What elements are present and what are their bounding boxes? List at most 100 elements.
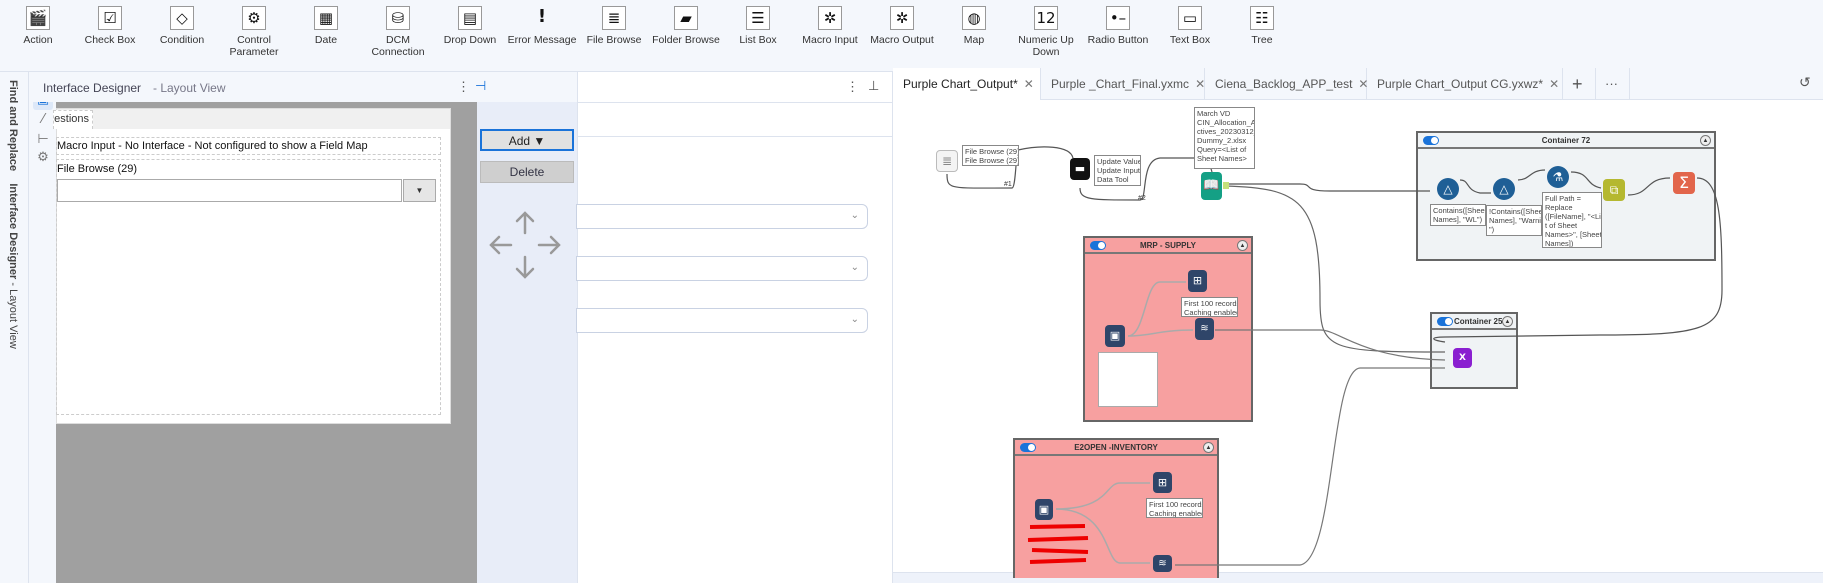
- macro-input-tool[interactable]: ▣: [1035, 499, 1053, 520]
- container-title: MRP - SUPPLY: [1139, 241, 1196, 250]
- find-replace-tab[interactable]: Find and Replace: [7, 80, 19, 171]
- tab-purple-chart-output-cg[interactable]: Purple Chart_Output CG.yxwz* ✕: [1367, 68, 1563, 100]
- tree-view-icon[interactable]: ⊢: [33, 130, 53, 150]
- connection-label-2: #2: [1138, 195, 1146, 202]
- tool-check-box[interactable]: ☑ Check Box: [74, 6, 146, 46]
- collapse-icon[interactable]: ▲: [1502, 316, 1513, 327]
- file-browse-dropdown-button[interactable]: ▼: [403, 179, 436, 202]
- file-browse-tool[interactable]: ≣: [936, 150, 958, 172]
- filter-tool-2[interactable]: △: [1493, 178, 1515, 200]
- pin-icon[interactable]: ⊣: [475, 78, 486, 94]
- cache-tool[interactable]: ≋: [1153, 555, 1172, 572]
- tool-macro-input[interactable]: ✲ Macro Input: [794, 6, 866, 46]
- config-dropdown-3[interactable]: ⌄: [576, 308, 868, 333]
- summarize-tool[interactable]: Σ: [1673, 172, 1695, 194]
- tool-macro-output[interactable]: ✲ Macro Output: [866, 6, 938, 46]
- filter-tool-1[interactable]: △: [1437, 178, 1459, 200]
- tool-label: Radio Button: [1087, 34, 1149, 46]
- tool-radio-button[interactable]: •– Radio Button: [1082, 6, 1154, 46]
- collapse-icon[interactable]: ▲: [1700, 135, 1711, 146]
- radio-icon: •–: [1106, 6, 1130, 30]
- container-title: E2OPEN -INVENTORY: [1074, 443, 1158, 452]
- tool-label: Tree: [1251, 34, 1273, 46]
- tool-folder-browse[interactable]: ▰ Folder Browse: [650, 6, 722, 46]
- container-toggle[interactable]: [1020, 443, 1036, 452]
- action-tool[interactable]: ▬: [1070, 158, 1090, 180]
- browse-annotation: First 100 records Caching enabled: [1181, 297, 1238, 317]
- tool-condition[interactable]: ◇ Condition: [146, 6, 218, 46]
- tool-error-message[interactable]: ! Error Message: [506, 6, 578, 46]
- tool-label: List Box: [739, 34, 777, 46]
- browse-tool[interactable]: ⊞: [1153, 472, 1172, 493]
- move-arrows-icon[interactable]: [485, 205, 565, 285]
- new-tab-button[interactable]: +: [1563, 68, 1596, 100]
- collapse-icon[interactable]: ▲: [1237, 240, 1248, 251]
- more-options-icon[interactable]: ⋮: [457, 79, 470, 95]
- database-icon: ⛁: [386, 6, 410, 30]
- file-browse-input[interactable]: [57, 179, 402, 202]
- excel-output-tool[interactable]: X: [1453, 348, 1472, 368]
- tool-list-box[interactable]: ☰ List Box: [722, 6, 794, 46]
- close-icon[interactable]: ✕: [1024, 77, 1034, 91]
- container-25[interactable]: Container 25 ▲: [1430, 312, 1518, 389]
- delete-button[interactable]: Delete: [480, 161, 574, 183]
- tool-drop-down[interactable]: ▤ Drop Down: [434, 6, 506, 46]
- clapperboard-icon: 🎬: [26, 6, 50, 30]
- textbox-icon: ▭: [1178, 6, 1202, 30]
- collapse-icon[interactable]: ▲: [1203, 442, 1214, 453]
- tab-questions[interactable]: Questions: [53, 110, 93, 129]
- checkbox-icon: ☑: [98, 6, 122, 30]
- container-title: Container 25: [1454, 317, 1503, 326]
- tool-dcm-connection[interactable]: ⛁ DCM Connection: [362, 6, 434, 58]
- error-icon: !: [537, 6, 547, 27]
- macro-input-tool[interactable]: ▣: [1105, 325, 1125, 347]
- container-toggle[interactable]: [1090, 241, 1106, 250]
- tool-file-browse[interactable]: ≣ File Browse: [578, 6, 650, 46]
- tool-label: Date: [314, 34, 338, 46]
- close-icon[interactable]: ✕: [1549, 77, 1559, 91]
- tool-map[interactable]: ◍ Map: [938, 6, 1010, 46]
- tool-date[interactable]: ▦ Date: [290, 6, 362, 46]
- add-button[interactable]: Add ▼: [480, 129, 574, 151]
- file-icon: ≣: [602, 6, 626, 30]
- tool-label: Action: [23, 34, 53, 46]
- config-dropdown-2[interactable]: ⌄: [576, 256, 868, 281]
- tab-purple-chart-output[interactable]: Purple Chart_Output* ✕: [893, 68, 1041, 100]
- magic-wand-icon[interactable]: ⁄: [33, 110, 53, 130]
- formula-tool[interactable]: ⚗: [1547, 166, 1569, 188]
- panel-subtitle: - Layout View: [153, 81, 226, 95]
- tool-tree[interactable]: ☷ Tree: [1226, 6, 1298, 46]
- container-toggle[interactable]: [1423, 136, 1439, 145]
- pin-icon[interactable]: ⊥: [868, 78, 879, 94]
- macro-input-row[interactable]: Macro Input - No Interface - Not configu…: [56, 137, 441, 155]
- container-title: Container 72: [1541, 136, 1591, 145]
- filter-2-annotation: !Contains([Sheet Names], "Warning "): [1486, 205, 1542, 236]
- close-icon[interactable]: ✕: [1195, 77, 1205, 91]
- tool-control-parameter[interactable]: ⚙ Control Parameter: [218, 6, 290, 58]
- gear-icon[interactable]: ⚙: [33, 148, 53, 168]
- input-data-tool[interactable]: 📖: [1201, 172, 1222, 200]
- action-annotation: Update Value Update Input Data Tool: [1094, 155, 1141, 186]
- tool-text-box[interactable]: ▭ Text Box: [1154, 6, 1226, 46]
- collapsed-panels-strip: Find and Replace Interface Designer - La…: [0, 72, 29, 583]
- tab-ciena-backlog[interactable]: Ciena_Backlog_APP_test ✕: [1205, 68, 1368, 100]
- file-browse-question[interactable]: File Browse (29) ▼: [56, 159, 441, 415]
- union-tool[interactable]: ⧉: [1603, 179, 1625, 201]
- tool-label: Numeric Up Down: [1018, 34, 1074, 58]
- panel-title: Interface Designer: [43, 81, 142, 95]
- more-tabs-button[interactable]: ···: [1596, 68, 1630, 100]
- more-options-icon[interactable]: ⋮: [846, 79, 859, 95]
- tool-label: Control Parameter: [229, 34, 279, 58]
- tool-action[interactable]: 🎬 Action: [2, 6, 74, 46]
- config-dropdown-1[interactable]: ⌄: [576, 204, 868, 229]
- interface-tools-toolbar: 🎬 Action ☑ Check Box ◇ Condition ⚙ Control Para…: [0, 0, 1823, 72]
- browse-tool[interactable]: ⊞: [1188, 270, 1207, 292]
- cache-tool[interactable]: ≋: [1195, 318, 1214, 340]
- tool-numeric-up-down[interactable]: 12 Numeric Up Down: [1010, 6, 1082, 58]
- tool-label: Drop Down: [443, 34, 497, 46]
- tab-purple-chart-final[interactable]: Purple _Chart_Final.yxmc ✕: [1041, 68, 1205, 100]
- container-toggle[interactable]: [1437, 317, 1453, 326]
- interface-designer-tab[interactable]: Interface Designer: [7, 183, 19, 279]
- history-icon[interactable]: ↺: [1799, 75, 1811, 91]
- gear-icon: ⚙: [242, 6, 266, 30]
